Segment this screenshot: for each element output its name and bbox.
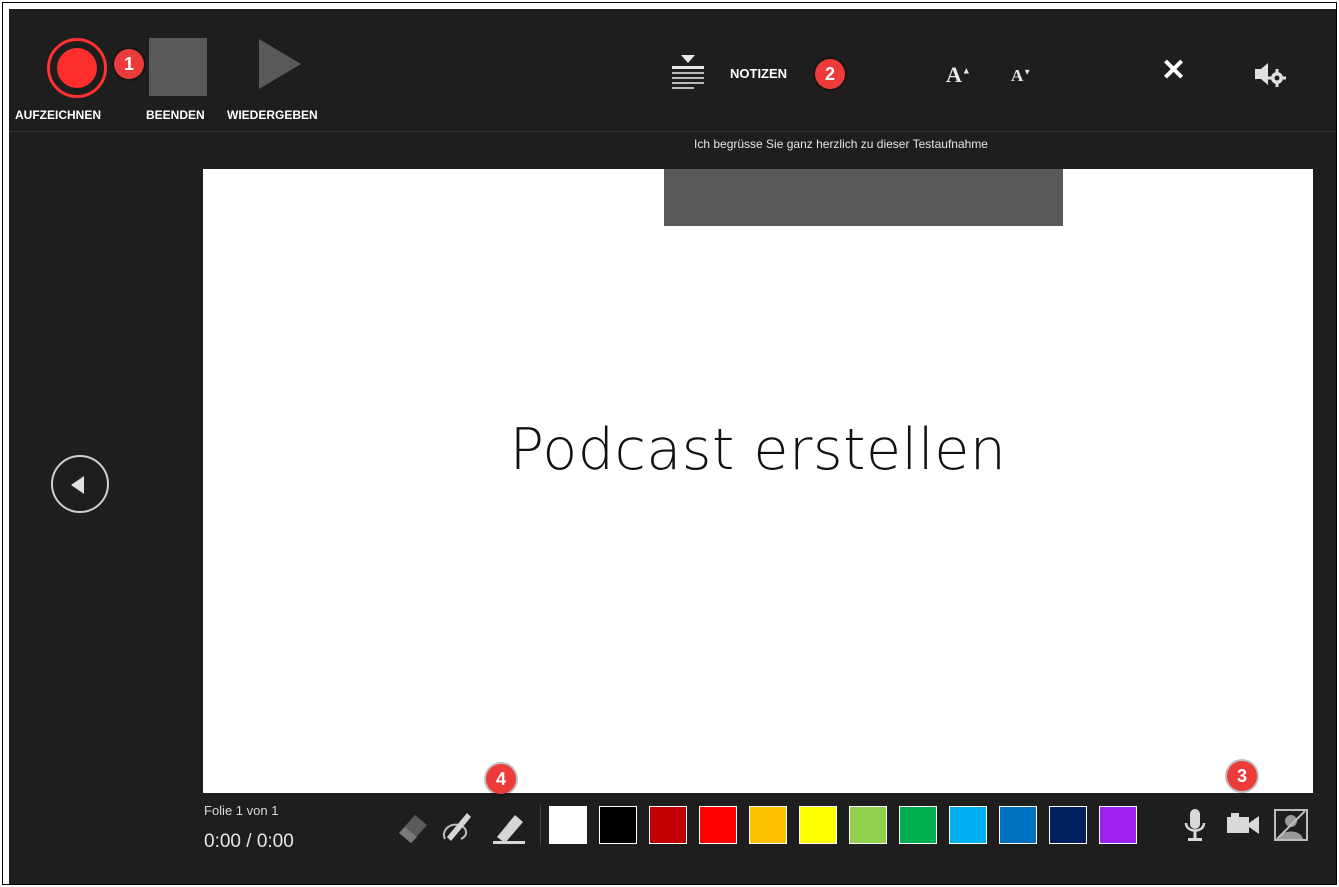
notes-button-label[interactable]: NOTIZEN (730, 66, 787, 81)
ink-color-red[interactable] (699, 806, 737, 844)
ink-color-white[interactable] (549, 806, 587, 844)
pen-icon[interactable] (439, 809, 475, 845)
recording-time: 0:00 / 0:00 (204, 831, 294, 852)
ink-color-purple[interactable] (1099, 806, 1137, 844)
microphone-icon[interactable] (1177, 807, 1213, 843)
speaker-notes-text: Ich begrüsse Sie ganz herzlich zu dieser… (694, 137, 988, 151)
ink-color-blue[interactable] (999, 806, 1037, 844)
ink-color-dark-blue[interactable] (1049, 806, 1087, 844)
ink-color-green[interactable] (899, 806, 937, 844)
left-arrow-icon (71, 476, 84, 494)
recording-toolbar: 1 AUFZEICHNEN BEENDEN WIEDERGEBEN NOTIZE… (9, 9, 1336, 132)
callout-badge-4: 4 (486, 764, 516, 794)
slide-canvas[interactable]: Podcast erstellen (203, 169, 1313, 793)
camera-icon[interactable] (1225, 807, 1261, 843)
highlighter-icon[interactable] (491, 809, 527, 845)
camera-preview-off-icon[interactable] (1273, 807, 1309, 843)
slide-title: Podcast erstellen (509, 417, 1007, 483)
record-icon (57, 48, 97, 88)
font-increase-icon[interactable]: A▲ (946, 62, 971, 88)
font-decrease-icon[interactable]: A▼ (1011, 66, 1031, 86)
ink-color-yellow[interactable] (799, 806, 837, 844)
notes-icon[interactable] (671, 53, 705, 93)
notes-overlay-block (664, 169, 1063, 226)
callout-badge-2: 2 (815, 59, 845, 89)
stop-button[interactable] (149, 38, 207, 96)
callout-badge-1: 1 (114, 49, 144, 79)
ink-color-light-green[interactable] (849, 806, 887, 844)
slide-counter: Folie 1 von 1 (204, 803, 279, 818)
stop-label[interactable]: BEENDEN (146, 108, 205, 122)
record-label[interactable]: AUFZEICHNEN (15, 108, 101, 122)
ink-color-orange[interactable] (749, 806, 787, 844)
play-icon[interactable] (259, 39, 301, 89)
toolbar-divider (540, 805, 541, 845)
callout-badge-3: 3 (1227, 761, 1257, 791)
audio-settings-icon[interactable] (1253, 59, 1287, 89)
previous-slide-button[interactable] (51, 455, 109, 513)
ink-color-dark-red[interactable] (649, 806, 687, 844)
play-label[interactable]: WIEDERGEBEN (227, 108, 318, 122)
close-icon[interactable]: ✕ (1161, 56, 1186, 86)
record-button[interactable] (47, 38, 107, 98)
ink-color-light-blue[interactable] (949, 806, 987, 844)
eraser-icon[interactable] (395, 809, 431, 845)
ink-color-black[interactable] (599, 806, 637, 844)
